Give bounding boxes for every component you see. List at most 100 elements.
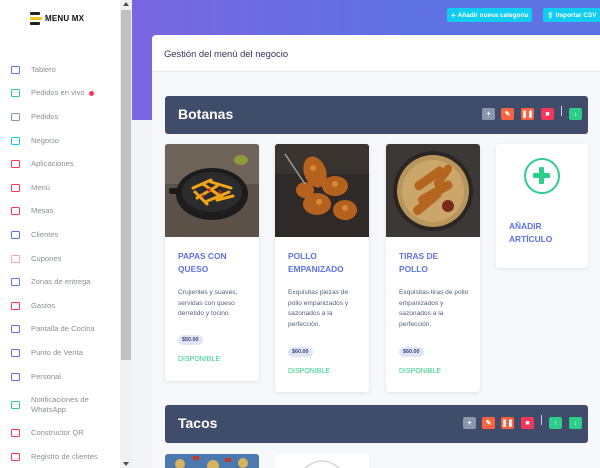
staff-icon xyxy=(11,372,20,381)
status-available: DISPONIBLE xyxy=(399,368,442,375)
item-name: POLLO EMPANIZADO xyxy=(288,251,344,274)
brand-logo[interactable]: MENU MX xyxy=(30,12,84,25)
price-badge: $60.00 xyxy=(288,347,313,357)
delete-icon[interactable]: ■ xyxy=(521,417,534,429)
item-description: Exquisitas tiras de pollo empanizados y … xyxy=(399,289,469,328)
category-bar-botanas: Botanas + ✎ ❚❚ ■ ↓ xyxy=(165,96,588,134)
category-title: Botanas xyxy=(178,106,234,122)
category-title: Tacos xyxy=(178,415,218,431)
pos-icon xyxy=(11,348,20,357)
sidebar-item[interactable]: Menú xyxy=(0,176,120,200)
sidebar-item-label: Personal xyxy=(31,371,61,381)
add-category-button[interactable]: + Añadir nueva categoría xyxy=(447,8,533,22)
menu-item-card[interactable] xyxy=(165,454,259,468)
upload-icon: ⇧ xyxy=(547,10,554,20)
sidebar-item-label: Zonas de entrega xyxy=(31,277,91,287)
move-up-icon[interactable]: ↑ xyxy=(549,417,562,429)
sidebar-item[interactable]: Pantalla de Cocina xyxy=(0,318,120,342)
user-icon xyxy=(11,230,20,239)
sidebar-item[interactable]: Notificaciones de WhatsApp xyxy=(0,388,120,421)
add-item-card[interactable]: AÑADIR ARTÍCULO xyxy=(496,144,588,268)
category-bar-tacos: Tacos + ✎ ❚❚ ■ ↑ ↓ xyxy=(165,405,588,443)
sidebar-item-label: Clientes xyxy=(31,229,59,239)
brand-name: MENU MX xyxy=(45,14,85,23)
basket-icon xyxy=(11,89,20,98)
apps-icon xyxy=(11,160,20,169)
separator xyxy=(541,415,542,425)
edit-icon[interactable]: ✎ xyxy=(501,108,514,120)
sidebar-item-label: Menú xyxy=(31,182,50,192)
sidebar-nav: Tablero Pedidos en vivo Pedidos Negocio Apli… xyxy=(0,58,120,468)
monitor-icon xyxy=(11,65,20,74)
sidebar-item[interactable]: Mesas xyxy=(0,200,120,224)
menu-item-card[interactable]: PAPAS CON QUESO Crujientes y suaves, ser… xyxy=(165,144,259,381)
import-csv-button[interactable]: ⇧ Importar CSV xyxy=(543,8,600,22)
item-image-fries[interactable] xyxy=(165,144,259,237)
add-item-icon[interactable]: + xyxy=(482,108,495,120)
sidebar-item-label: Negocio xyxy=(31,135,59,145)
move-down-icon[interactable]: ↓ xyxy=(569,417,582,429)
table-icon xyxy=(11,207,20,216)
sidebar: MENU MX Tablero Pedidos en vivo Pedidos Neg… xyxy=(0,0,120,468)
sidebar-item[interactable]: Gastos xyxy=(0,294,120,318)
item-image-chicken-strips[interactable] xyxy=(386,144,480,237)
move-down-icon[interactable]: ↓ xyxy=(569,108,582,120)
price-badge: $50.00 xyxy=(178,335,203,345)
menu-item-card[interactable]: POLLO EMPANIZADO Exquisitas piezas de po… xyxy=(275,144,369,392)
sidebar-item[interactable]: Pedidos en vivo xyxy=(0,82,120,106)
tag-icon xyxy=(11,254,20,263)
page-title: Gestión del menú del negocio xyxy=(164,48,289,59)
delete-icon[interactable]: ■ xyxy=(541,108,554,120)
map-pin-icon xyxy=(11,278,20,287)
sidebar-item[interactable]: Clientes xyxy=(0,223,120,247)
sidebar-item[interactable]: Zonas de entrega xyxy=(0,270,120,294)
sidebar-item[interactable]: Personal xyxy=(0,365,120,389)
separator xyxy=(561,106,562,116)
pause-icon[interactable]: ❚❚ xyxy=(521,108,534,120)
price-badge: $60.00 xyxy=(399,347,424,357)
sidebar-item-label: Pedidos xyxy=(31,111,59,121)
menu-item-card[interactable] xyxy=(275,454,369,468)
item-image-fried-chicken[interactable] xyxy=(275,144,369,237)
sidebar-item[interactable]: Cupones xyxy=(0,247,120,271)
add-plus-icon[interactable] xyxy=(524,158,560,194)
sidebar-item[interactable]: Aplicaciones xyxy=(0,152,120,176)
add-item-label: AÑADIR ARTÍCULO xyxy=(509,221,553,244)
edit-icon[interactable]: ✎ xyxy=(482,417,495,429)
sidebar-item[interactable]: Tablero xyxy=(0,58,120,82)
status-available: DISPONIBLE xyxy=(288,368,331,375)
sidebar-item-label: Mesas xyxy=(31,206,54,216)
scroll-down-icon[interactable] xyxy=(123,462,129,466)
store-icon xyxy=(11,136,20,145)
sidebar-item-label: Registro de clientes xyxy=(31,451,98,461)
item-description: Crujientes y suaves, servidas con queso … xyxy=(178,289,238,317)
sidebar-item[interactable]: Pedidos xyxy=(0,105,120,129)
item-name: PAPAS CON QUESO xyxy=(178,251,227,274)
whatsapp-icon xyxy=(11,400,20,409)
sidebar-item-label: Constructor QR xyxy=(31,428,84,438)
sidebar-item[interactable]: Punto de Venta xyxy=(0,341,120,365)
menu-item-card[interactable]: TIRAS DE POLLO Exquisitas tiras de pollo… xyxy=(386,144,480,392)
import-csv-label: Importar CSV xyxy=(555,11,597,19)
sidebar-item-label: Punto de Venta xyxy=(31,347,83,357)
sidebar-item[interactable]: Registro de clientes xyxy=(0,445,120,468)
scroll-thumb[interactable] xyxy=(121,10,131,360)
add-item-icon[interactable]: + xyxy=(463,417,476,429)
add-category-label: Añadir nueva categoría xyxy=(457,11,529,19)
sidebar-scrollbar[interactable] xyxy=(120,0,132,468)
sidebar-item-label: Aplicaciones xyxy=(31,159,74,169)
screen-icon xyxy=(11,325,20,334)
scroll-up-icon[interactable] xyxy=(123,2,129,6)
plus-icon: + xyxy=(451,10,456,20)
pause-icon[interactable]: ❚❚ xyxy=(501,417,514,429)
status-available: DISPONIBLE xyxy=(178,356,221,363)
sidebar-item-label: Notificaciones de WhatsApp xyxy=(31,394,89,414)
register-icon xyxy=(11,452,20,461)
menu-book-icon xyxy=(11,183,20,192)
menu-logo-icon xyxy=(30,12,42,25)
sidebar-item-label: Cupones xyxy=(31,253,62,263)
sidebar-item[interactable]: Negocio xyxy=(0,129,120,153)
sidebar-item[interactable]: Constructor QR xyxy=(0,421,120,445)
item-description: Exquisitas piezas de pollo empanizados y… xyxy=(288,289,349,328)
box-icon xyxy=(11,112,20,121)
